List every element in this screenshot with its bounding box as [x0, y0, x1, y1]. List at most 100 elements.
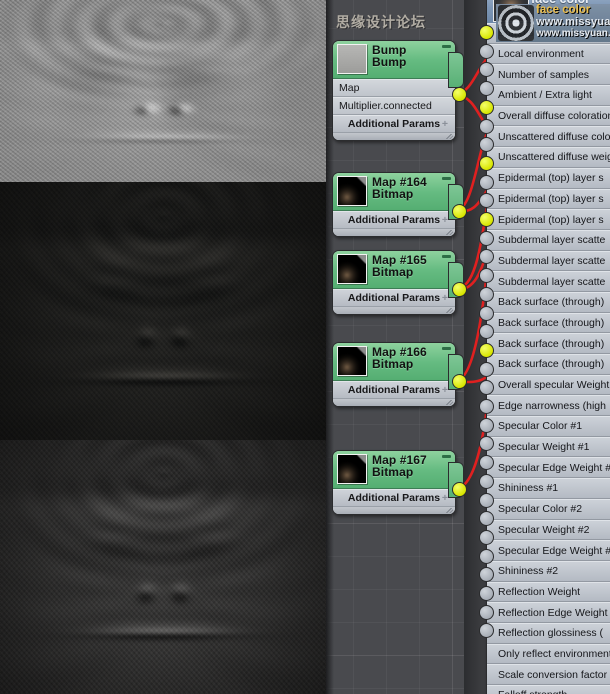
param-row[interactable]: Back surface (through)	[487, 312, 610, 334]
param-row[interactable]: Subdermal layer scatte	[487, 271, 610, 292]
map-166-thumbnail[interactable]	[337, 346, 367, 376]
map-167-node[interactable]: Map #167 Bitmap Additional Params +	[332, 450, 467, 515]
param-socket-connected[interactable]	[479, 155, 494, 171]
param-socket-empty[interactable]	[479, 305, 494, 321]
param-socket-empty[interactable]	[479, 43, 494, 59]
map-164-output-socket[interactable]	[452, 204, 467, 219]
param-socket-empty[interactable]	[479, 604, 494, 620]
map-165-node[interactable]: Map #165 Bitmap Additional Params +	[332, 250, 467, 315]
param-socket-empty[interactable]	[479, 529, 494, 545]
param-socket-empty[interactable]	[479, 174, 494, 190]
param-row[interactable]: Epidermal (top) layer s	[487, 209, 610, 230]
map-166-output-socket[interactable]	[452, 374, 467, 389]
param-socket-empty[interactable]	[479, 473, 494, 489]
map-164-node[interactable]: Map #164 Bitmap Additional Params +	[332, 172, 467, 237]
param-socket-empty[interactable]	[479, 455, 494, 471]
map-165-output-socket[interactable]	[452, 282, 467, 297]
param-socket-empty[interactable]	[479, 417, 494, 433]
bump-map-preview[interactable]	[0, 0, 326, 182]
minus-icon[interactable]	[442, 455, 451, 458]
bump-additional-params[interactable]: Additional Params +	[333, 115, 455, 133]
map-166-node[interactable]: Map #166 Bitmap Additional Params +	[332, 342, 467, 407]
param-row[interactable]: Subdermal layer scatte	[487, 229, 610, 251]
param-row[interactable]: Overall specular Weight	[487, 374, 610, 396]
param-socket-empty[interactable]	[479, 81, 494, 97]
param-row[interactable]: Specular Weight #1	[487, 436, 610, 458]
param-socket-empty[interactable]	[479, 268, 494, 284]
map-166-header[interactable]: Map #166 Bitmap	[333, 343, 455, 381]
resize-grip-icon[interactable]	[445, 508, 453, 513]
param-row[interactable]: Ambient / Extra light	[487, 85, 610, 106]
param-row[interactable]: Reflection Weight	[487, 581, 610, 603]
param-row[interactable]: Shininess #1	[487, 478, 610, 499]
bump-node-header[interactable]: Bump Bump	[333, 41, 455, 79]
param-row[interactable]: Scale conversion factor	[487, 664, 610, 685]
map-165-header[interactable]: Map #165 Bitmap	[333, 251, 455, 289]
param-socket-connected[interactable]	[479, 342, 494, 358]
param-row[interactable]: Specular Edge Weight #	[487, 457, 610, 479]
bump-node-output-nub[interactable]	[448, 52, 464, 88]
param-row[interactable]: Only reflect environment	[487, 643, 610, 665]
param-row[interactable]: Specular Color #1	[487, 416, 610, 437]
diffuse-render-preview[interactable]	[0, 182, 326, 440]
param-socket-empty[interactable]	[479, 118, 494, 134]
param-row[interactable]: Unscattered diffuse weig	[487, 147, 610, 168]
plus-icon[interactable]: +	[442, 118, 448, 130]
bump-node-output-socket[interactable]	[452, 87, 467, 102]
map-166-additional-params[interactable]: Additional Params +	[333, 381, 455, 399]
bump-node-thumbnail[interactable]	[337, 44, 367, 74]
specular-render-preview[interactable]	[0, 440, 326, 694]
param-row[interactable]: Subdermal layer scatte	[487, 250, 610, 272]
param-socket-empty[interactable]	[479, 399, 494, 414]
resize-grip-icon[interactable]	[445, 308, 453, 313]
param-socket-empty[interactable]	[479, 548, 494, 564]
node-editor-canvas[interactable]: Bump Bump Map Multiplier.connected Addit…	[326, 0, 610, 694]
bump-row-multiplier[interactable]: Multiplier.connected	[333, 97, 455, 115]
param-socket-connected[interactable]	[479, 212, 494, 227]
map-164-thumbnail[interactable]	[337, 176, 367, 206]
param-socket-empty[interactable]	[479, 492, 494, 508]
param-row[interactable]: Overall diffuse coloration	[487, 105, 610, 127]
param-row[interactable]: Reflection glossiness (	[487, 622, 610, 644]
param-row[interactable]: Back surface (through)	[487, 354, 610, 375]
param-socket-empty[interactable]	[479, 586, 494, 601]
param-row[interactable]: Shininess #2	[487, 560, 610, 582]
minus-icon[interactable]	[442, 347, 451, 350]
param-row[interactable]: Back surface (through)	[487, 333, 610, 354]
resize-grip-icon[interactable]	[445, 400, 453, 405]
bump-row-map[interactable]: Map	[333, 79, 455, 97]
param-socket-empty[interactable]	[479, 361, 494, 377]
map-165-additional-params[interactable]: Additional Params +	[333, 289, 455, 307]
param-row[interactable]: Epidermal (top) layer s	[487, 188, 610, 210]
map-164-additional-params[interactable]: Additional Params +	[333, 211, 455, 229]
minus-icon[interactable]	[442, 177, 451, 180]
param-row[interactable]: Back surface (through)	[487, 291, 610, 313]
param-row[interactable]: Bump shader	[487, 23, 610, 44]
map-164-header[interactable]: Map #164 Bitmap	[333, 173, 455, 211]
param-row[interactable]: Local environment	[487, 43, 610, 65]
param-row[interactable]: Reflection Edge Weight	[487, 602, 610, 623]
minus-icon[interactable]	[442, 45, 451, 48]
param-row[interactable]: Specular Edge Weight #	[487, 540, 610, 561]
face-color-node-thumbnail[interactable]	[493, 0, 529, 22]
map-167-thumbnail[interactable]	[337, 454, 367, 484]
face-color-node-header[interactable]: face color	[486, 0, 610, 23]
param-row[interactable]: Number of samples	[487, 64, 610, 86]
param-row[interactable]: Epidermal (top) layer s	[487, 167, 610, 189]
param-row[interactable]: Specular Color #2	[487, 498, 610, 520]
face-color-node[interactable]: face color Bump shader Local environment N…	[486, 0, 610, 694]
minus-icon[interactable]	[442, 255, 451, 258]
bump-node[interactable]: Bump Bump Map Multiplier.connected Addit…	[332, 40, 467, 141]
param-row[interactable]: Edge narrowness (high	[487, 395, 610, 417]
resize-grip-icon[interactable]	[445, 230, 453, 235]
map-167-header[interactable]: Map #167 Bitmap	[333, 451, 455, 489]
map-167-output-socket[interactable]	[452, 482, 467, 497]
param-socket-connected[interactable]	[479, 25, 494, 40]
map-165-thumbnail[interactable]	[337, 254, 367, 284]
map-167-additional-params[interactable]: Additional Params +	[333, 489, 455, 507]
param-socket-empty[interactable]	[479, 230, 494, 246]
param-row[interactable]: Falloff strength	[487, 685, 610, 694]
param-row[interactable]: Unscattered diffuse color	[487, 126, 610, 148]
param-socket-empty[interactable]	[479, 286, 494, 302]
param-socket-connected[interactable]	[479, 99, 494, 115]
